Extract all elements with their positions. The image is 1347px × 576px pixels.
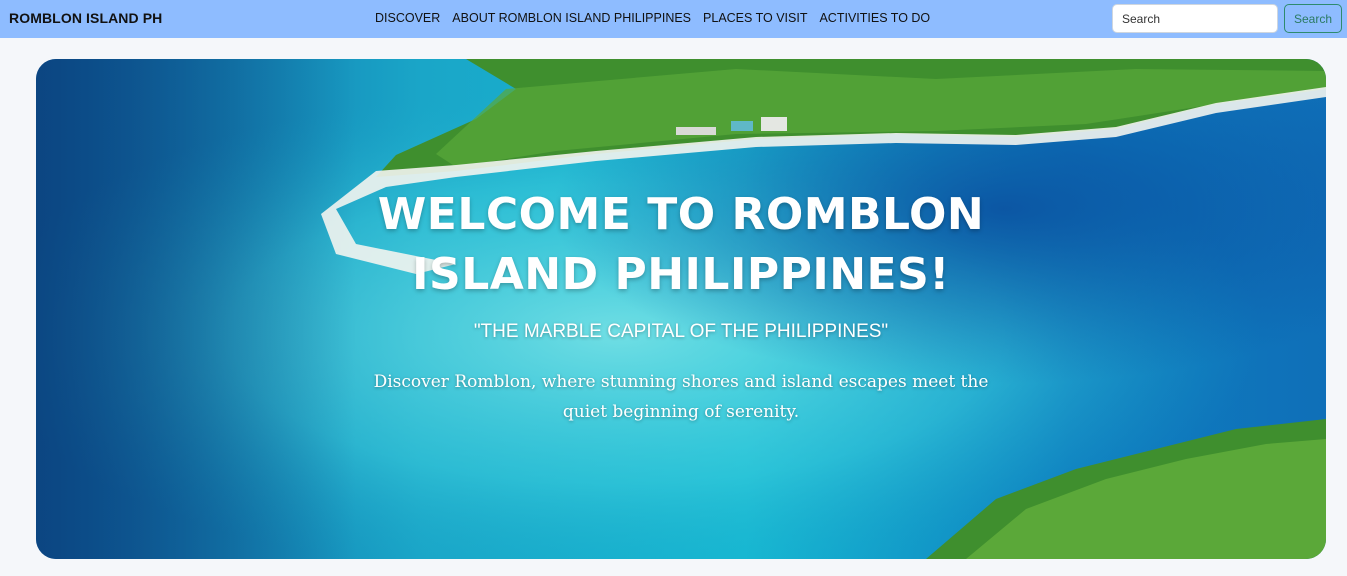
top-navbar: ROMBLON ISLAND PH DISCOVER ABOUT ROMBLON…: [0, 0, 1347, 38]
brand-logo-link[interactable]: ROMBLON ISLAND PH: [9, 10, 162, 26]
main-nav: DISCOVER ABOUT ROMBLON ISLAND PHILIPPINE…: [375, 11, 942, 25]
nav-link-about[interactable]: ABOUT ROMBLON ISLAND PHILIPPINES: [452, 11, 691, 25]
nav-link-activities[interactable]: ACTIVITIES TO DO: [819, 11, 930, 25]
hero-banner: WELCOME TO ROMBLON ISLAND PHILIPPINES! "…: [36, 59, 1326, 559]
nav-link-places-to-visit[interactable]: PLACES TO VISIT: [703, 11, 807, 25]
hero-title-line-1: WELCOME TO ROMBLON: [377, 189, 985, 240]
search-input[interactable]: [1112, 4, 1278, 33]
hero-content: WELCOME TO ROMBLON ISLAND PHILIPPINES! "…: [36, 59, 1326, 559]
hero-title-line-2: ISLAND PHILIPPINES!: [412, 249, 950, 300]
nav-link-discover[interactable]: DISCOVER: [375, 11, 440, 25]
hero-title: WELCOME TO ROMBLON ISLAND PHILIPPINES!: [336, 185, 1026, 305]
search-button[interactable]: Search: [1284, 4, 1342, 33]
hero-description: Discover Romblon, where stunning shores …: [373, 372, 989, 422]
hero-subtitle: "THE MARBLE CAPITAL OF THE PHILIPPINES": [473, 321, 889, 342]
